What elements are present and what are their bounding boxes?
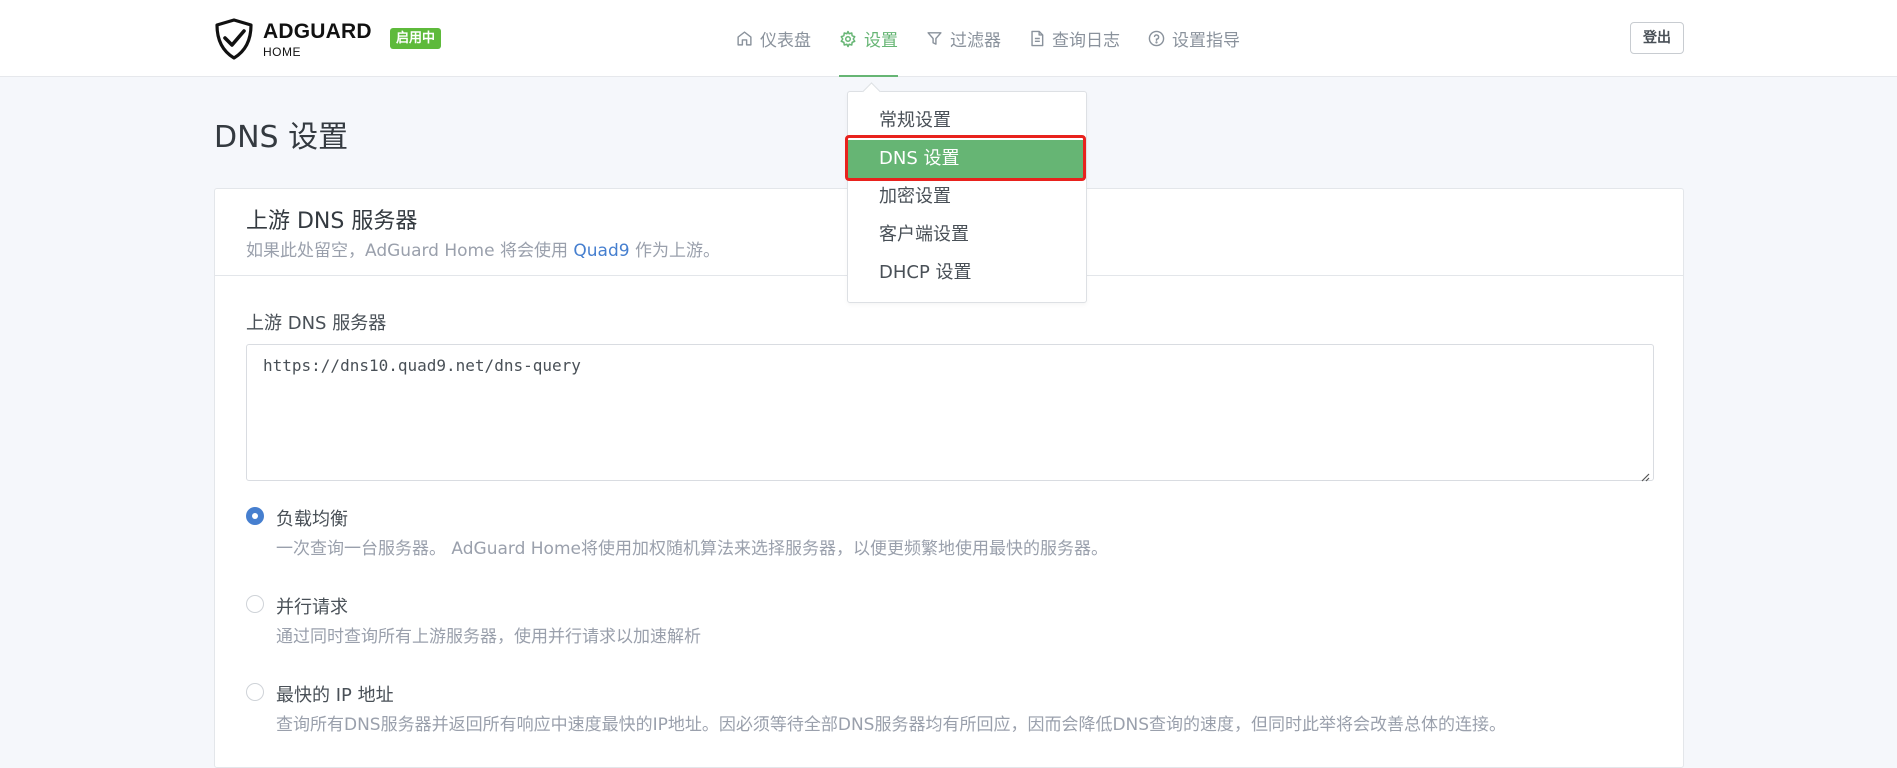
nav-settings-label: 设置 xyxy=(864,31,898,51)
card-subtitle: 如果此处留空，AdGuard Home 将会使用 Quad9 作为上游。 xyxy=(246,236,720,261)
menu-item-client-settings[interactable]: 客户端设置 xyxy=(848,216,1086,254)
status-badge: 启用中 xyxy=(390,28,442,49)
nav-query-log[interactable]: 查询日志 xyxy=(1029,0,1120,77)
settings-dropdown-menu: 常规设置 DNS 设置 加密设置 客户端设置 DHCP 设置 xyxy=(847,91,1087,303)
top-header: ADGUARD HOME 启用中 仪表盘 设置 过滤器 查询日志 设置指导 登出 xyxy=(0,0,1897,77)
mode-description: 查询所有DNS服务器并返回所有响应中速度最快的IP地址。因必须等待全部DNS服务… xyxy=(276,715,1507,735)
menu-item-dhcp-settings[interactable]: DHCP 设置 xyxy=(848,254,1086,292)
mode-label: 最快的 IP 地址 xyxy=(276,685,394,706)
gear-icon xyxy=(839,30,857,48)
resize-grip-icon[interactable] xyxy=(1640,467,1650,486)
page-title: DNS 设置 xyxy=(214,120,349,155)
logo-title: ADGUARD xyxy=(263,19,372,43)
mode-description: 一次查询一台服务器。 AdGuard Home将使用加权随机算法来选择服务器，以… xyxy=(276,539,1108,559)
card-subtitle-prefix: 如果此处留空，AdGuard Home 将会使用 xyxy=(246,241,574,261)
upstream-field-label: 上游 DNS 服务器 xyxy=(246,313,387,334)
mode-label: 并行请求 xyxy=(276,597,348,618)
card-subtitle-suffix: 作为上游。 xyxy=(629,241,720,261)
nav-filters-label: 过滤器 xyxy=(950,31,1001,51)
nav-dashboard-label: 仪表盘 xyxy=(760,31,811,51)
logout-button[interactable]: 登出 xyxy=(1630,22,1684,54)
parallel-requests-radio[interactable] xyxy=(246,595,264,613)
nav-query-log-label: 查询日志 xyxy=(1052,31,1120,51)
nav-dashboard[interactable]: 仪表盘 xyxy=(736,0,811,77)
logo-subtitle: HOME xyxy=(263,44,301,59)
home-icon xyxy=(736,30,753,47)
filter-icon xyxy=(926,30,943,47)
nav-setup-guide[interactable]: 设置指导 xyxy=(1148,0,1240,77)
help-circle-icon xyxy=(1148,30,1165,47)
nav-setup-guide-label: 设置指导 xyxy=(1172,31,1240,51)
main-nav: 仪表盘 设置 过滤器 查询日志 设置指导 xyxy=(736,0,1268,77)
nav-settings[interactable]: 设置 xyxy=(839,0,898,77)
menu-item-encryption-settings[interactable]: 加密设置 xyxy=(848,178,1086,216)
shield-check-icon xyxy=(213,18,255,60)
mode-description: 通过同时查询所有上游服务器，使用并行请求以加速解析 xyxy=(276,627,701,647)
document-icon xyxy=(1029,30,1045,47)
adguard-logo[interactable]: ADGUARD HOME xyxy=(213,17,372,61)
card-title: 上游 DNS 服务器 xyxy=(246,209,418,234)
mode-label: 负载均衡 xyxy=(276,509,348,530)
fastest-ip-radio[interactable] xyxy=(246,683,264,701)
highlight-annotation-box xyxy=(845,135,1086,181)
quad9-link[interactable]: Quad9 xyxy=(573,241,629,261)
upstream-dns-textarea[interactable]: https://dns10.quad9.net/dns-query xyxy=(246,344,1654,481)
load-balancing-radio[interactable] xyxy=(246,507,264,525)
nav-filters[interactable]: 过滤器 xyxy=(926,0,1001,77)
